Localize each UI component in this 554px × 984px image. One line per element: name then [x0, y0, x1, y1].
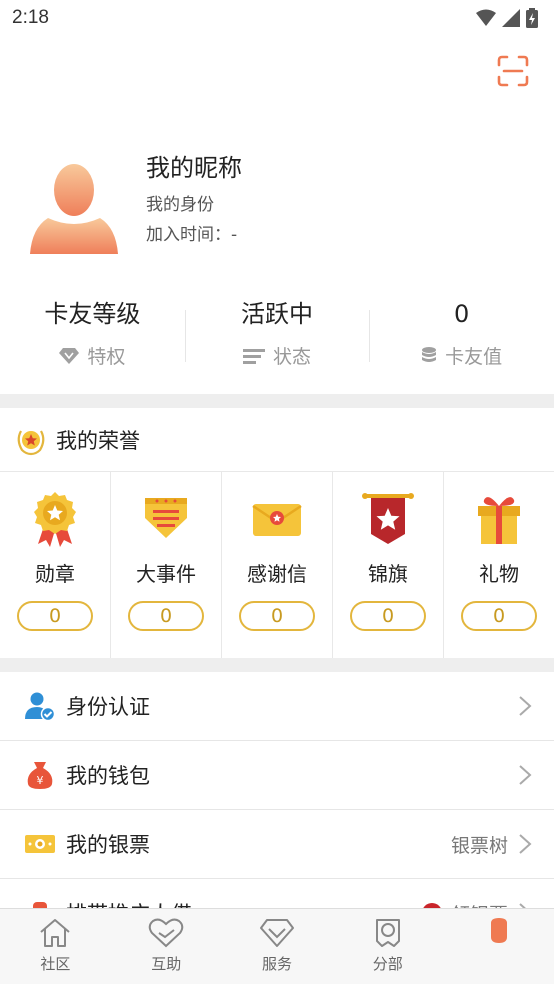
- event-icon: [145, 498, 187, 538]
- honor-label: 礼物: [479, 562, 519, 586]
- stat-sub-label: 卡友值: [445, 346, 503, 368]
- menu-item-wallet[interactable]: ¥ 我的钱包: [0, 741, 554, 810]
- honor-header: 我的荣誉: [0, 408, 554, 472]
- stat-level[interactable]: 卡友等级 特权: [0, 296, 185, 380]
- stat-sub-label: 状态: [273, 346, 312, 368]
- tab-community[interactable]: 社区: [0, 909, 111, 984]
- svg-text:¥: ¥: [37, 774, 44, 787]
- home-icon: [40, 919, 71, 947]
- stat-status[interactable]: 活跃中 状态: [184, 296, 370, 380]
- honor-count: 0: [239, 601, 315, 631]
- bottom-tab-bar: 社区 互助 服务 分部: [0, 908, 554, 984]
- id-verify-icon: [25, 692, 55, 721]
- honor-count: 0: [128, 601, 204, 631]
- tab-label: 分部: [372, 955, 403, 973]
- banknote-icon: [25, 835, 55, 853]
- honor-grid: 勋章 0 大事件 0 感谢信 0 锦旗 0 礼物 0: [0, 472, 554, 658]
- chevron-right-icon: [519, 696, 532, 716]
- menu-list: 身份认证 ¥ 我的钱包 我的银票 银票树 排带推广人借 领银票: [0, 672, 554, 948]
- heart-hands-icon: [148, 918, 184, 948]
- wallet-icon: ¥: [27, 762, 53, 789]
- stat-points[interactable]: 0 卡友值: [369, 296, 554, 380]
- coins-icon: [422, 346, 437, 362]
- honor-label: 大事件: [136, 562, 196, 586]
- menu-item-banknote[interactable]: 我的银票 银票树: [0, 810, 554, 879]
- honor-item-gift[interactable]: 礼物 0: [444, 472, 554, 658]
- laurel-star-icon: [17, 429, 45, 455]
- honor-item-event[interactable]: 大事件 0: [111, 472, 222, 658]
- stat-sub-label: 特权: [87, 346, 126, 368]
- tab-service[interactable]: 服务: [222, 909, 333, 984]
- honor-count: 0: [17, 601, 93, 631]
- section-divider: [0, 394, 554, 408]
- honor-item-banner[interactable]: 锦旗 0: [333, 472, 444, 658]
- identity-label: 我的身份: [146, 195, 214, 215]
- avatar[interactable]: [30, 158, 118, 256]
- signal-icon: [502, 9, 520, 27]
- honor-item-medal[interactable]: 勋章 0: [0, 472, 111, 658]
- scan-icon: [497, 55, 529, 87]
- diamond-icon: [59, 347, 80, 364]
- tab-label: 社区: [40, 955, 71, 973]
- tab-mutual-aid[interactable]: 互助: [111, 909, 222, 984]
- menu-label: 我的银票: [66, 833, 150, 857]
- tab-branch[interactable]: 分部: [332, 909, 443, 984]
- profile-section: 我的昵称 我的身份 加入时间：-: [0, 140, 554, 270]
- menu-item-id-verify[interactable]: 身份认证: [0, 672, 554, 741]
- wifi-icon: [476, 9, 496, 26]
- tab-label: 服务: [261, 955, 292, 973]
- stat-value: 卡友等级: [44, 300, 141, 328]
- honor-count: 0: [461, 601, 537, 631]
- gift-icon: [478, 497, 520, 544]
- stat-value: 0: [454, 300, 470, 328]
- diamond-outline-icon: [259, 919, 294, 947]
- status-icons: [476, 8, 538, 28]
- honor-item-letter[interactable]: 感谢信 0: [222, 472, 333, 658]
- envelope-icon: [252, 504, 302, 536]
- branch-icon: [375, 919, 400, 947]
- lines-icon: [243, 348, 265, 364]
- profile-tab-icon: [490, 918, 507, 943]
- chevron-right-icon: [519, 765, 532, 785]
- honor-label: 感谢信: [247, 562, 307, 586]
- battery-icon: [526, 8, 538, 28]
- chevron-right-icon: [519, 834, 532, 854]
- honor-title: 我的荣誉: [56, 428, 140, 453]
- tab-label: 互助: [151, 955, 182, 973]
- menu-label: 身份认证: [66, 695, 150, 719]
- stat-value: 活跃中: [241, 300, 313, 328]
- stats-row: 卡友等级 特权 活跃中 状态 0 卡友值: [0, 296, 554, 380]
- nickname: 我的昵称: [146, 154, 242, 182]
- banner-icon: [362, 493, 414, 544]
- tab-profile[interactable]: [443, 909, 554, 984]
- section-divider: [0, 658, 554, 672]
- honor-count: 0: [350, 601, 426, 631]
- menu-right-text: 银票树: [450, 834, 508, 857]
- status-bar: 2:18: [0, 0, 554, 36]
- honor-label: 锦旗: [368, 562, 408, 586]
- join-time: 加入时间：-: [146, 225, 238, 245]
- medal-icon: [34, 492, 76, 547]
- scan-button[interactable]: [496, 54, 530, 88]
- honor-label: 勋章: [35, 562, 75, 586]
- menu-label: 我的钱包: [66, 764, 150, 788]
- status-time: 2:18: [12, 7, 49, 28]
